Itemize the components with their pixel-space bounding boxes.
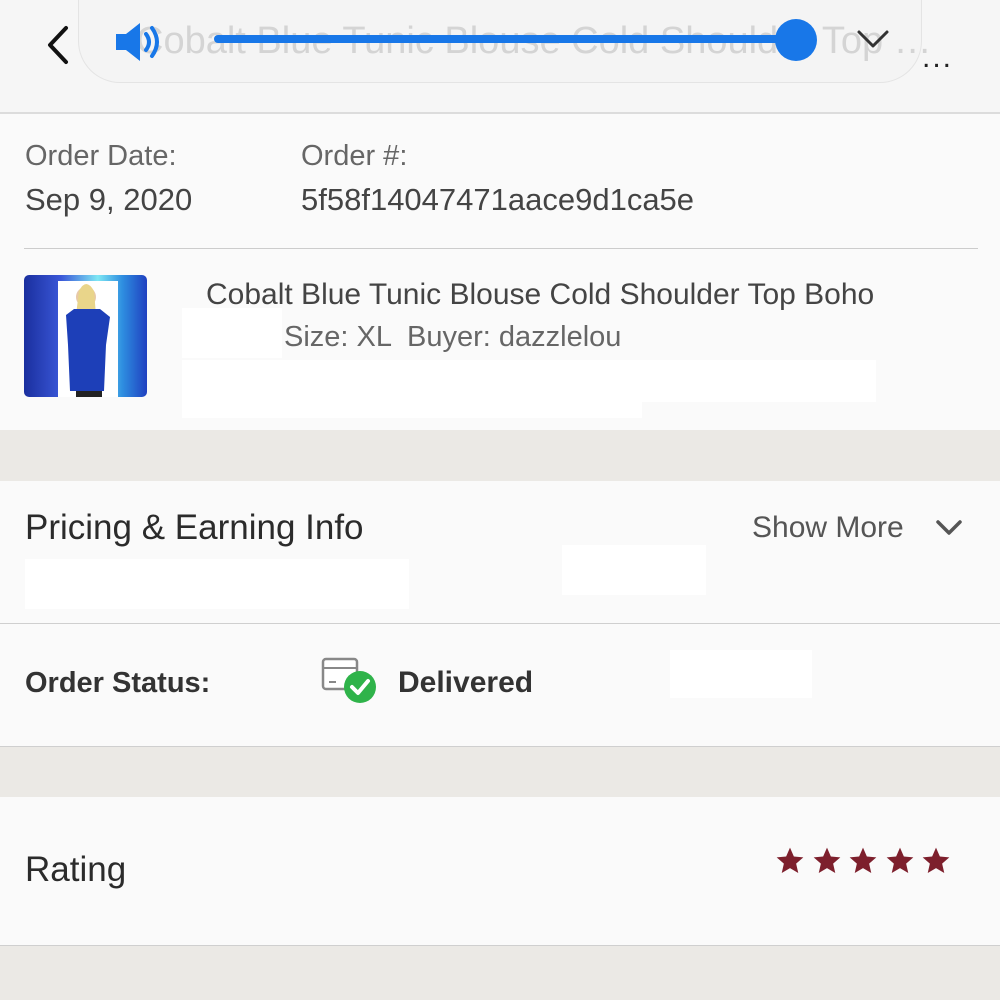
divider <box>0 746 1000 747</box>
chevron-down-icon <box>936 520 962 535</box>
star-icon <box>922 847 950 873</box>
rating-title: Rating <box>25 850 127 889</box>
volume-icon[interactable] <box>114 20 168 64</box>
product-photo-icon <box>58 281 118 397</box>
volume-slider-track[interactable] <box>214 35 796 43</box>
redaction-block <box>182 400 642 418</box>
back-chevron-icon[interactable] <box>40 22 80 68</box>
divider <box>24 248 978 249</box>
star-icon <box>776 847 804 873</box>
star-icon <box>886 847 913 873</box>
order-date-label: Order Date: <box>25 140 177 172</box>
redaction-block <box>562 545 706 595</box>
redaction-block <box>182 308 282 358</box>
order-status-label: Order Status: <box>25 667 211 699</box>
item-details: Size: XL Buyer: dazzlelou <box>284 321 622 353</box>
pricing-title: Pricing & Earning Info <box>25 508 364 547</box>
rating-stars <box>774 845 954 879</box>
redaction-block <box>25 559 409 609</box>
order-number-label: Order #: <box>301 140 408 172</box>
product-thumbnail[interactable] <box>24 275 147 397</box>
redaction-block <box>182 360 876 402</box>
star-icon <box>849 847 877 873</box>
delivered-box-check-icon <box>321 657 376 703</box>
star-icon <box>813 847 840 873</box>
show-more-link[interactable]: Show More <box>752 511 972 551</box>
order-status-value: Delivered <box>398 666 534 699</box>
volume-slider-handle[interactable] <box>775 19 817 61</box>
order-number-value: 5f58f14047471aace9d1ca5e <box>301 182 695 217</box>
redaction-block <box>670 650 812 698</box>
chevron-down-icon[interactable] <box>856 28 890 50</box>
header-title: Cobalt Blue Tunic Blouse Cold Shoulder T… <box>136 20 936 62</box>
show-more-label: Show More <box>752 511 904 544</box>
divider <box>0 945 1000 946</box>
order-date-value: Sep 9, 2020 <box>25 182 193 217</box>
more-options-icon[interactable]: ... <box>922 43 953 73</box>
item-title[interactable]: Cobalt Blue Tunic Blouse Cold Shoulder T… <box>206 278 874 312</box>
